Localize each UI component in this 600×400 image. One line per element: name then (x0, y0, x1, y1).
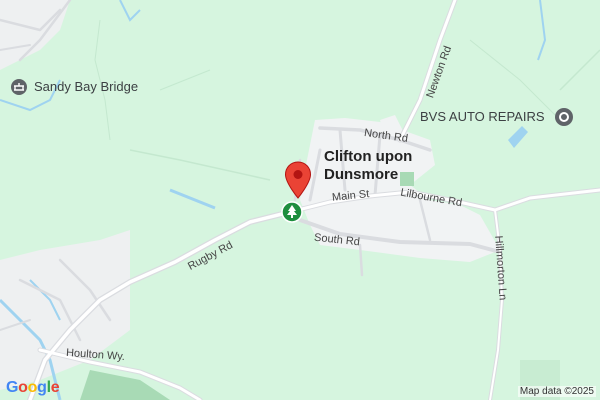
map-base-layer (0, 0, 600, 400)
map-attribution[interactable]: Map data ©2025 (517, 386, 596, 397)
town-label: Clifton upon Dunsmore (324, 148, 412, 184)
logo-letter: e (50, 379, 60, 396)
poi-label: Sandy Bay Bridge (34, 79, 139, 94)
park-tree-icon[interactable] (281, 201, 303, 223)
landmark-icon (11, 79, 27, 95)
town-label-line1: Clifton upon (324, 148, 413, 165)
google-logo: Google (6, 379, 60, 397)
map-canvas[interactable]: Sandy Bay Bridge BVS AUTO REPAIRS Clifto… (0, 0, 600, 400)
logo-letter: g (37, 379, 47, 396)
logo-letter: o (27, 379, 38, 396)
poi-bvs-auto-repairs[interactable]: BVS AUTO REPAIRS (420, 107, 595, 127)
logo-letter: G (6, 379, 19, 396)
town-label-line2: Dunsmore (324, 166, 399, 183)
logo-letter: o (18, 379, 28, 396)
poi-label: BVS AUTO REPAIRS (420, 109, 545, 124)
map-marker-icon[interactable] (284, 161, 312, 199)
location-pin-icon (555, 108, 573, 126)
